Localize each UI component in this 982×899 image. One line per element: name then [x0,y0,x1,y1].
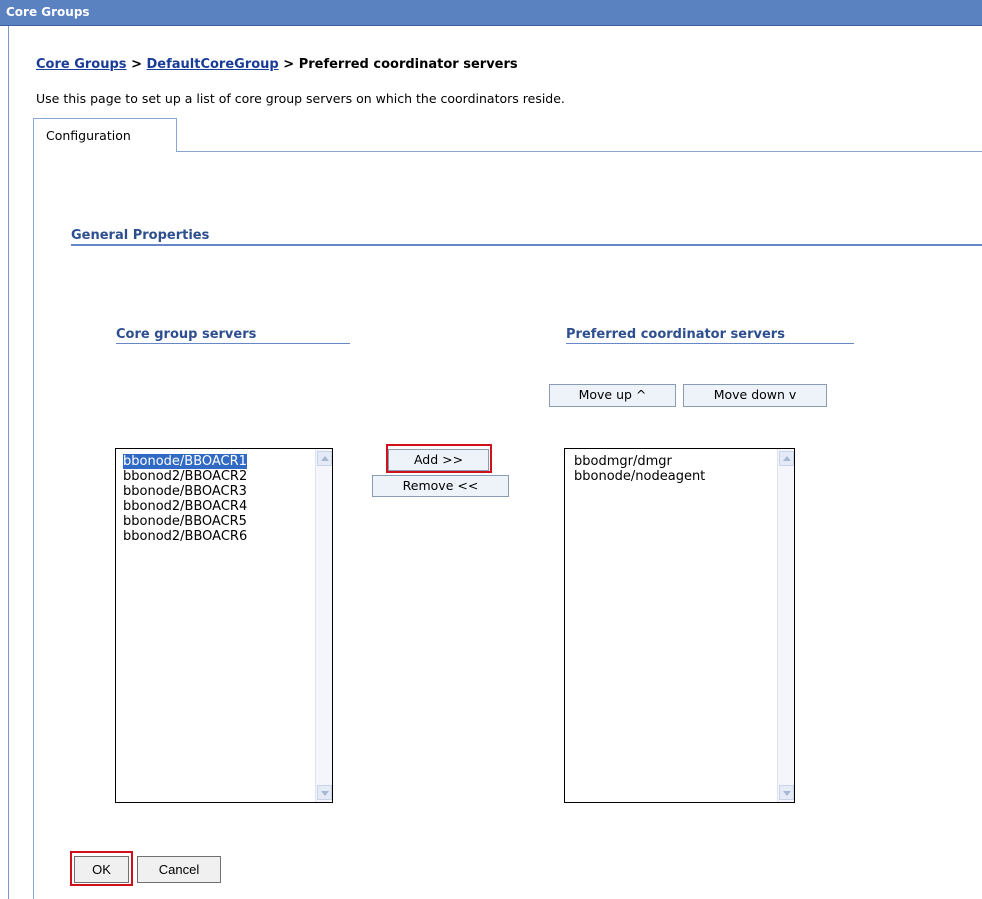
list-item[interactable]: bbonod2/BBOACR4 [116,499,332,514]
breadcrumb-link-default-core-group[interactable]: DefaultCoreGroup [147,57,279,72]
frame-border [8,26,9,899]
scroll-down-icon[interactable] [317,785,332,800]
panel-border [33,152,34,899]
core-group-servers-list[interactable]: bbonode/BBOACR1 bbonod2/BBOACR2 bbonode/… [115,448,333,803]
list-item[interactable]: bbonod2/BBOACR2 [116,469,332,484]
remove-button[interactable]: Remove << [372,475,509,497]
page-description: Use this page to set up a list of core g… [36,91,565,106]
tab-divider [177,151,982,152]
breadcrumb-separator: > [126,57,147,72]
list-item[interactable]: bbonode/nodeagent [567,469,794,484]
list-item[interactable]: bbonode/BBOACR3 [116,484,332,499]
breadcrumb-separator: > [278,57,299,72]
list-options: bbodmgr/dmgr bbonode/nodeagent [565,449,794,484]
cancel-button[interactable]: Cancel [137,856,221,883]
section-title: General Properties [71,228,210,243]
scroll-up-icon[interactable] [779,451,794,466]
core-group-servers-header: Core group servers [116,327,257,342]
move-down-button[interactable]: Move down v [683,384,827,407]
scrollbar[interactable] [315,449,332,802]
title-bar: Core Groups [0,0,982,26]
list-item[interactable]: bbodmgr/dmgr [567,454,794,469]
preferred-servers-list[interactable]: bbodmgr/dmgr bbonode/nodeagent [564,448,795,803]
scroll-down-icon[interactable] [779,785,794,800]
tab-label: Configuration [46,128,131,143]
list-item[interactable]: bbonode/BBOACR5 [116,514,332,529]
list-options: bbonode/BBOACR1 bbonod2/BBOACR2 bbonode/… [116,449,332,544]
move-up-button[interactable]: Move up ^ [549,384,676,407]
list-item[interactable]: bbonod2/BBOACR6 [116,529,332,544]
tab-configuration[interactable]: Configuration [33,118,177,152]
breadcrumb-link-core-groups[interactable]: Core Groups [36,57,127,72]
breadcrumb: Core Groups > DefaultCoreGroup > Preferr… [36,57,518,72]
window-title: Core Groups [6,5,90,19]
list-item-selected[interactable]: bbonode/BBOACR1 [116,453,332,470]
header-underline [116,343,350,344]
scrollbar[interactable] [777,449,794,802]
section-divider [71,244,982,246]
breadcrumb-current: Preferred coordinator servers [298,57,518,72]
highlight-box [70,851,133,886]
scroll-up-icon[interactable] [317,451,332,466]
highlight-box [386,444,492,473]
preferred-servers-header: Preferred coordinator servers [566,327,785,342]
header-underline [566,343,854,344]
